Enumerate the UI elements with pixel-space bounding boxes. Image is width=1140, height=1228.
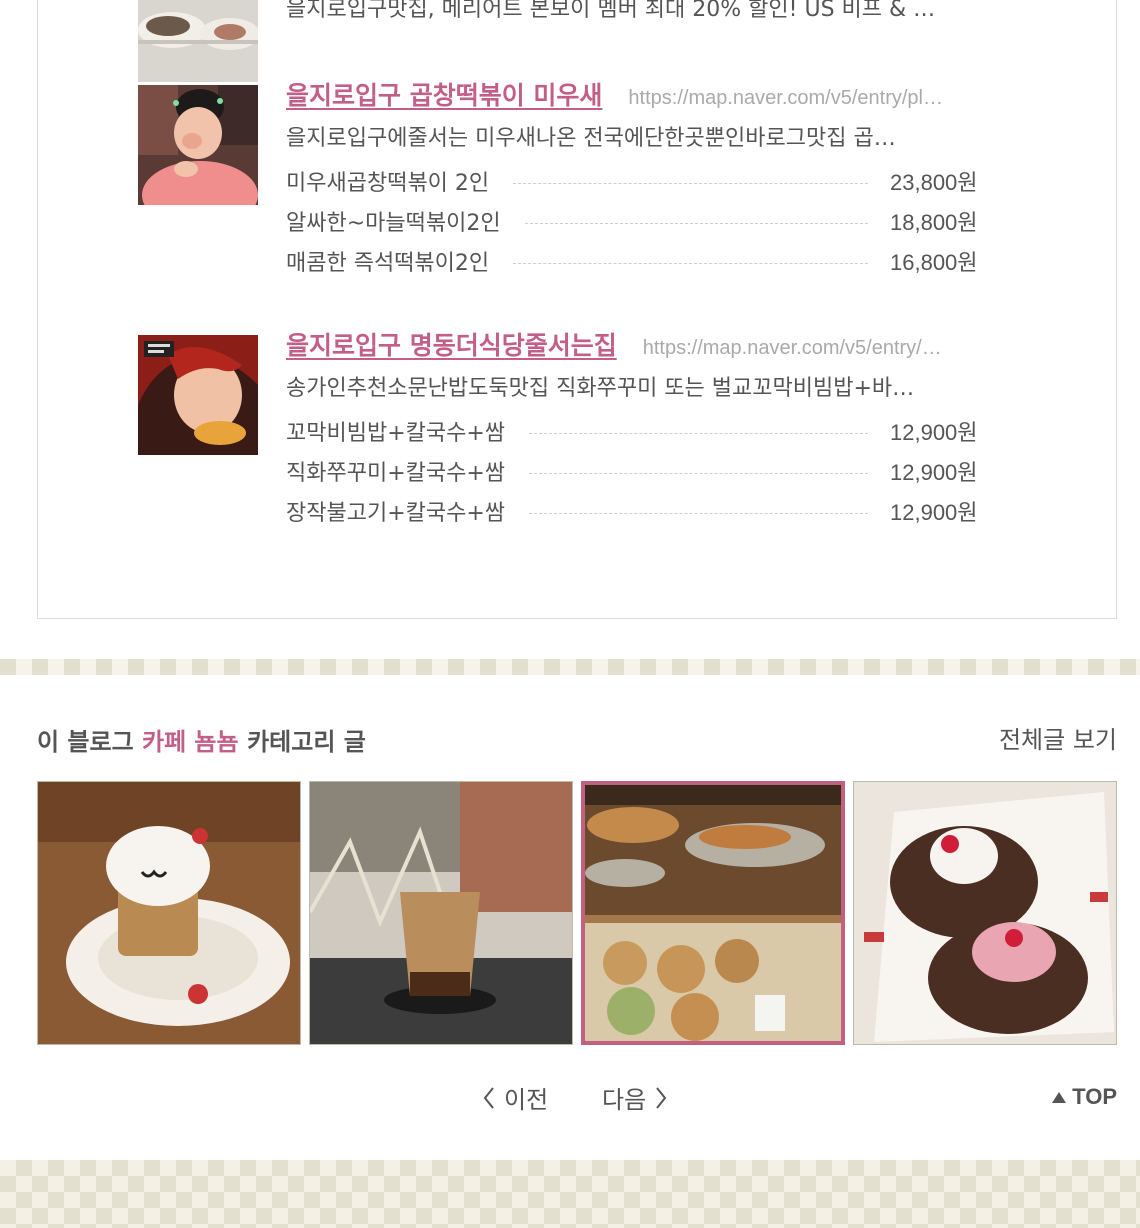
prev-page-button[interactable]: 이전 [482, 1080, 548, 1115]
chevron-left-icon [483, 1086, 494, 1109]
chevron-right-icon [656, 1086, 667, 1109]
leader-dots [529, 432, 868, 434]
triangle-up-icon [1052, 1091, 1067, 1103]
leader-dots [529, 472, 868, 474]
menu-row: 직화쭈꾸미+칼국수+쌈 12,900원 [286, 451, 986, 491]
scroll-to-top-label: TOP [1072, 1084, 1117, 1109]
prev-page-label: 이전 [504, 1086, 549, 1114]
category-name[interactable]: 카페 뇸뇸 [142, 728, 239, 756]
menu-item-price: 12,900원 [890, 500, 978, 525]
place-map-url-link[interactable]: https://map.naver.com/v5/entry/pl… [628, 87, 1018, 110]
post-thumbnail-donuts[interactable] [853, 781, 1117, 1045]
leader-dots [529, 512, 868, 514]
menu-row: 장작불고기+칼국수+쌈 12,900원 [286, 491, 986, 531]
category-posts-header: 이 블로그 카페 뇸뇸 카테고리 글 전체글 보기 [37, 718, 1117, 758]
menu-row: 꼬막비빔밥+칼국수+쌈 12,900원 [286, 411, 986, 451]
place-description: 을지로입구맛집, 메리어트 본보이 멤버 최대 20% 할인! US 비프 & … [286, 0, 936, 22]
menu-item-price: 16,800원 [890, 250, 978, 275]
next-page-label: 다음 [602, 1086, 647, 1114]
menu-item-price: 12,900원 [890, 420, 978, 445]
post-thumbnail-bakery-case[interactable] [581, 781, 845, 1045]
category-title-prefix: 이 블로그 [37, 728, 143, 756]
menu-item-price: 23,800원 [890, 170, 978, 195]
menu-row: 미우새곱창떡볶이 2인 23,800원 [286, 161, 986, 201]
place-title-link[interactable]: 을지로입구 곱창떡볶이 미우새 [286, 76, 602, 112]
view-all-posts-link[interactable]: 전체글 보기 [999, 720, 1117, 755]
place-thumbnail-steak[interactable] [138, 0, 258, 82]
post-thumbnail-iced-coffee[interactable] [309, 781, 573, 1045]
menu-row: 알싸한~마늘떡볶이2인 18,800원 [286, 201, 986, 241]
menu-item-name: 장작불고기+칼국수+쌈 [286, 501, 506, 526]
leader-dots [524, 222, 868, 224]
menu-list: 미우새곱창떡볶이 2인 23,800원 알싸한~마늘떡볶이2인 18,800원 … [286, 161, 986, 281]
place-description: 송가인추천소문난밥도둑맛집 직화쭈꾸미 또는 벌교꼬막비빔밥+바… [286, 376, 915, 401]
menu-item-price: 18,800원 [890, 210, 978, 235]
post-thumbnail-cupcake[interactable] [37, 781, 301, 1045]
leader-dots [513, 182, 868, 184]
menu-item-name: 알싸한~마늘떡볶이2인 [286, 211, 501, 236]
leader-dots [513, 262, 868, 264]
next-page-button[interactable]: 다음 [602, 1080, 668, 1115]
post-pager: 이전 다음 TOP [0, 1080, 1140, 1116]
place-list-card: 을지로입구맛집, 메리어트 본보이 멤버 최대 20% 할인! US 비프 & … [37, 0, 1117, 619]
decorative-divider [0, 659, 1140, 675]
menu-row: 매콤한 즉석떡볶이2인 16,800원 [286, 241, 986, 281]
place-title-link[interactable]: 을지로입구 명동더식당줄서는집 [286, 326, 617, 362]
menu-item-price: 12,900원 [890, 460, 978, 485]
category-post-thumbnails [37, 781, 1117, 1045]
menu-list: 꼬막비빔밥+칼국수+쌈 12,900원 직화쭈꾸미+칼국수+쌈 12,900원 … [286, 411, 986, 531]
menu-item-name: 꼬막비빔밥+칼국수+쌈 [286, 421, 506, 446]
menu-item-name: 직화쭈꾸미+칼국수+쌈 [286, 461, 506, 486]
category-title: 이 블로그 카페 뇸뇸 카테고리 글 [37, 722, 366, 757]
menu-item-name: 매콤한 즉석떡볶이2인 [286, 251, 490, 276]
scroll-to-top-button[interactable]: TOP [1052, 1084, 1117, 1110]
menu-item-name: 미우새곱창떡볶이 2인 [286, 171, 490, 196]
place-thumbnail-myeongdong[interactable] [138, 335, 258, 455]
footer-decorative-pattern [0, 1160, 1140, 1228]
place-map-url-link[interactable]: https://map.naver.com/v5/entry/… [643, 337, 1018, 360]
place-description: 을지로입구에줄서는 미우새나온 전국에단한곳뿐인바로그맛집 곱… [286, 126, 896, 151]
place-thumbnail-miusae[interactable] [138, 85, 258, 205]
category-title-suffix: 카테고리 글 [238, 728, 366, 756]
